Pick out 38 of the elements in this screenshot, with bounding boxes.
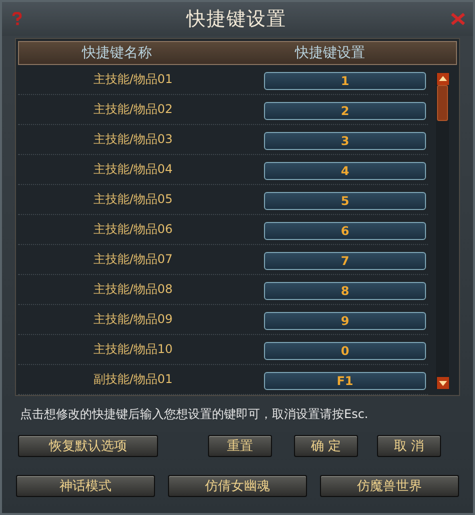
shortcut-name: 主技能/物品02 — [92, 101, 174, 118]
key-button[interactable]: 5 — [264, 192, 426, 210]
action-button[interactable]: 确 定 — [294, 435, 358, 457]
shortcut-name: 主技能/物品04 — [92, 161, 174, 178]
shortcut-name: 主技能/物品07 — [92, 251, 174, 268]
scroll-up-icon[interactable] — [436, 73, 448, 85]
key-button[interactable]: 6 — [264, 222, 426, 240]
key-button[interactable]: 7 — [264, 252, 426, 270]
scroll-thumb[interactable] — [437, 85, 448, 121]
shortcut-name: 主技能/物品03 — [92, 131, 174, 148]
scrollbar[interactable] — [436, 73, 449, 389]
column-header: 快捷键设置 — [294, 44, 366, 62]
action-button[interactable]: 重置 — [208, 435, 272, 457]
action-button[interactable]: 取 消 — [377, 435, 441, 457]
scroll-down-icon[interactable] — [436, 377, 448, 389]
key-button[interactable]: 3 — [264, 132, 426, 150]
hint-text: 点击想修改的快捷键后输入您想设置的键即可，取消设置请按Esc. — [20, 406, 370, 423]
shortcut-name: 主技能/物品05 — [92, 191, 174, 208]
shortcut-name: 主技能/物品08 — [92, 281, 174, 298]
column-header: 快捷键名称 — [80, 44, 153, 62]
window-title: 快捷键设置 — [186, 7, 286, 32]
key-button[interactable]: 9 — [264, 312, 426, 330]
preset-button[interactable]: 仿倩女幽魂 — [168, 475, 307, 497]
close-icon[interactable] — [451, 13, 465, 25]
shortcut-name: 主技能/物品01 — [92, 71, 174, 88]
preset-button[interactable]: 仿魔兽世界 — [320, 475, 459, 497]
shortcut-name: 主技能/物品09 — [92, 311, 174, 328]
action-button[interactable]: 恢复默认选项 — [18, 435, 158, 457]
key-button[interactable]: F1 — [264, 372, 426, 390]
shortcut-name: 主技能/物品10 — [92, 341, 174, 358]
preset-button[interactable]: 神话模式 — [16, 475, 155, 497]
key-button[interactable]: 8 — [264, 282, 426, 300]
key-button[interactable]: 4 — [264, 162, 426, 180]
key-button[interactable]: 2 — [264, 102, 426, 120]
shortcut-name: 主技能/物品06 — [92, 221, 174, 238]
key-button[interactable]: 0 — [264, 342, 426, 360]
shortcut-name: 副技能/物品01 — [92, 371, 174, 388]
key-button[interactable]: 1 — [264, 72, 426, 90]
